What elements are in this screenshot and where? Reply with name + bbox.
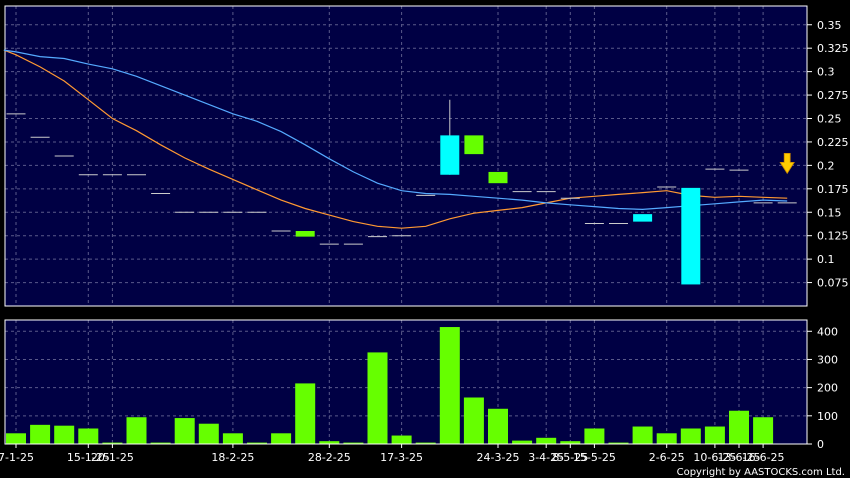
x-tick-label: 28-2-25 [308, 451, 351, 464]
volume-bar [680, 428, 701, 444]
stock-chart: 0.075 0.1 0.125 0.15 0.175 0.2 0.225 0.25 0.275 0… [0, 0, 850, 478]
x-tick-label: 20-1-25 [91, 451, 134, 464]
candle-body [633, 214, 653, 222]
volume-bar [632, 426, 653, 444]
volume-bar [729, 410, 749, 444]
price-tick-label: 0.3 [817, 66, 835, 79]
volume-tick-label: 0 [817, 438, 824, 451]
candle-body [440, 135, 460, 175]
price-tick-label: 0.275 [817, 89, 849, 102]
volume-bar [656, 433, 677, 444]
volume-bar [439, 327, 460, 444]
candle [488, 171, 508, 184]
x-tick-label: 15-5-25 [573, 451, 616, 464]
volume-bar [78, 428, 99, 444]
x-tick-label: 18-2-25 [211, 451, 254, 464]
x-tick-label: 2-6-25 [649, 451, 685, 464]
volume-bar [222, 433, 243, 444]
x-tick-label: 24-3-25 [477, 451, 520, 464]
price-tick-label: 0.125 [817, 230, 849, 243]
candle-body [488, 171, 508, 184]
price-tick-label: 0.175 [817, 183, 849, 196]
volume-bar [367, 352, 388, 444]
volume-bar [295, 383, 316, 444]
volume-bar [536, 437, 557, 444]
volume-tick-label: 400 [817, 325, 838, 338]
x-tick-label: 17-3-25 [380, 451, 423, 464]
volume-bar [6, 433, 26, 444]
volume-panel: 0 100 200 300 400 [4, 319, 838, 451]
price-tick-label: 0.25 [817, 113, 842, 126]
volume-plot-area [5, 320, 807, 444]
price-tick-label: 0.075 [817, 277, 849, 290]
volume-bar [512, 440, 533, 444]
volume-bar [30, 424, 51, 444]
candle [633, 214, 653, 222]
candle-body [681, 187, 701, 285]
price-tick-label: 0.1 [817, 253, 835, 266]
price-tick-label: 0.2 [817, 159, 835, 172]
price-tick-label: 0.35 [817, 19, 842, 32]
candle-body [295, 231, 315, 237]
volume-bar [198, 423, 219, 444]
candle [681, 187, 701, 285]
volume-tick-label: 200 [817, 382, 838, 395]
volume-bar [391, 435, 412, 444]
price-tick-label: 0.225 [817, 136, 849, 149]
x-tick-label: 7-1-25 [0, 451, 34, 464]
price-tick-label: 0.15 [817, 206, 842, 219]
volume-bar [174, 418, 195, 444]
volume-bar [126, 417, 147, 444]
volume-bar [488, 408, 508, 444]
candle-body [464, 135, 484, 155]
x-tick-label: 16-6-25 [742, 451, 785, 464]
copyright-text: Copyright by AASTOCKS.com Ltd. [677, 467, 845, 478]
price-tick-label: 0.325 [817, 42, 849, 55]
candle [295, 231, 315, 237]
candle [464, 135, 484, 155]
volume-bar [271, 433, 292, 444]
volume-tick-label: 100 [817, 410, 838, 423]
volume-tick-label: 300 [817, 353, 838, 366]
price-panel: 0.075 0.1 0.125 0.15 0.175 0.2 0.225 0.25 0.275 0… [3, 5, 849, 307]
volume-bar [463, 397, 484, 444]
volume-bar [54, 425, 75, 444]
volume-bar [753, 417, 774, 444]
volume-bar [704, 426, 725, 444]
volume-bar [584, 428, 605, 444]
